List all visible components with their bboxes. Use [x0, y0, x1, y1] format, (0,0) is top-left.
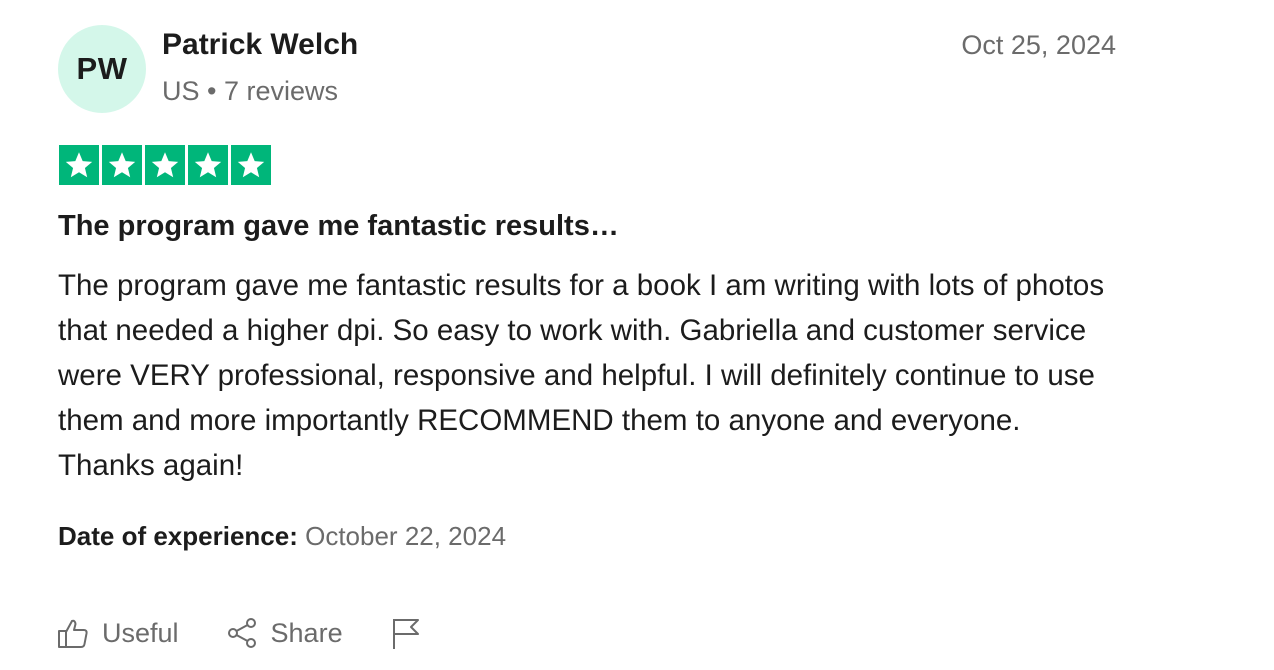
useful-button[interactable]: Useful — [56, 616, 179, 650]
flag-icon — [389, 616, 423, 650]
review-actions: Useful Share — [56, 616, 423, 650]
avatar[interactable]: PW — [58, 25, 146, 113]
review-title[interactable]: The program gave me fantastic results… — [58, 210, 619, 243]
star-icon — [231, 145, 271, 185]
date-of-experience: Date of experience: October 22, 2024 — [58, 521, 506, 552]
share-label: Share — [270, 617, 343, 648]
thumbs-up-icon — [56, 616, 90, 650]
star-icon — [59, 145, 99, 185]
experience-label: Date of experience: — [58, 521, 298, 551]
star-rating — [59, 145, 271, 185]
star-icon — [188, 145, 228, 185]
experience-date: October 22, 2024 — [305, 521, 507, 551]
useful-label: Useful — [102, 617, 179, 648]
report-button[interactable] — [389, 616, 423, 650]
review-body: The program gave me fantastic results fo… — [58, 269, 1105, 482]
reviewer-meta: US • 7 reviews — [162, 76, 338, 107]
reviewer-name[interactable]: Patrick Welch — [162, 28, 358, 62]
share-button[interactable]: Share — [225, 616, 343, 650]
review-card: PW Patrick Welch US • 7 reviews Oct 25, … — [0, 0, 1274, 670]
star-icon — [102, 145, 142, 185]
reviewer-country: US — [162, 76, 200, 106]
meta-separator: • — [207, 76, 217, 106]
star-icon — [145, 145, 185, 185]
share-icon — [225, 616, 259, 650]
reviewer-review-count[interactable]: 7 reviews — [224, 76, 338, 106]
review-date: Oct 25, 2024 — [961, 30, 1116, 60]
